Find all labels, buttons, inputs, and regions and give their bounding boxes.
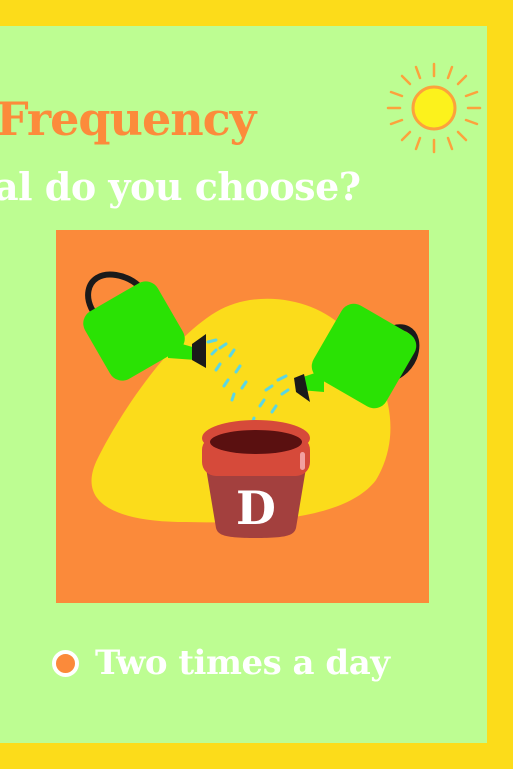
card-illustration: D xyxy=(83,271,420,538)
answer-option[interactable]: Two times a day xyxy=(52,640,390,686)
radio-button[interactable] xyxy=(52,649,79,677)
answer-card-d[interactable]: D xyxy=(56,230,429,603)
sun-icon xyxy=(386,62,482,154)
flower-pot-icon: D xyxy=(202,420,310,538)
question-text: al do you choose? xyxy=(0,164,361,209)
option-label: Two times a day xyxy=(95,643,390,683)
page-title: Frequency xyxy=(0,92,256,146)
card-letter: D xyxy=(236,481,276,535)
